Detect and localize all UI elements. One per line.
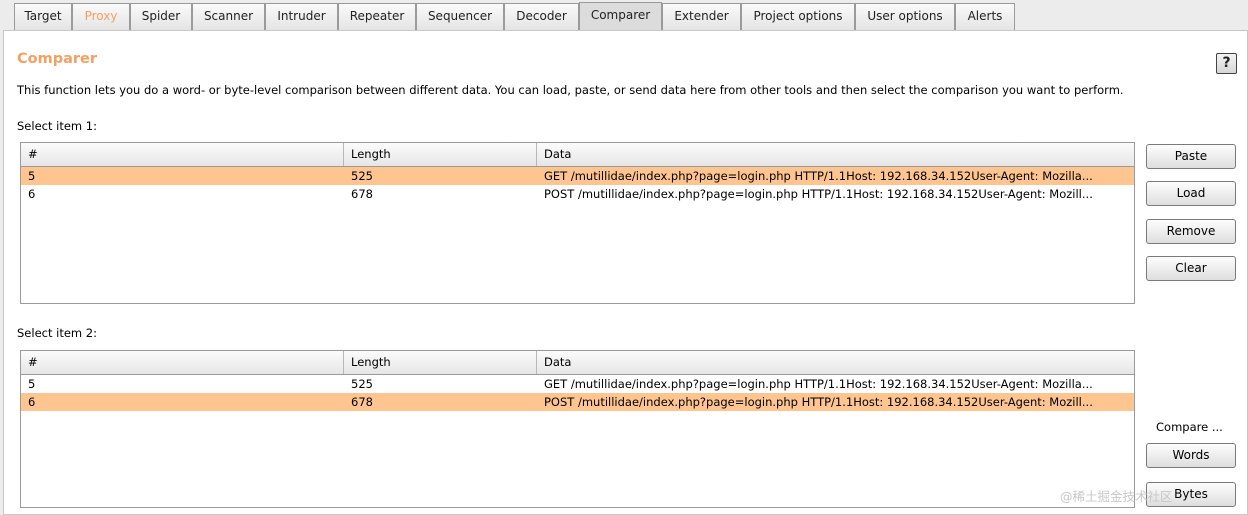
row-length: 525 <box>351 169 373 183</box>
tab-sequencer[interactable]: Sequencer <box>416 3 504 30</box>
row-number: 6 <box>28 187 36 201</box>
words-button[interactable]: Words <box>1146 443 1236 468</box>
page-description: This function lets you do a word- or byt… <box>17 83 1124 97</box>
column-header-length[interactable]: Length <box>344 143 537 166</box>
row-length: 525 <box>351 377 373 391</box>
column-header-data[interactable]: Data <box>537 143 1134 166</box>
row-data: GET /mutillidae/index.php?page=login.php… <box>544 169 1093 183</box>
item1-table: # Length Data 5 525 GET /mutillidae/inde… <box>20 142 1135 304</box>
column-header-length[interactable]: Length <box>344 351 537 374</box>
load-button[interactable]: Load <box>1146 181 1236 206</box>
comparer-panel: Comparer ? This function lets you do a w… <box>3 30 1248 515</box>
table-row[interactable]: 6 678 POST /mutillidae/index.php?page=lo… <box>21 393 1134 411</box>
tab-intruder[interactable]: Intruder <box>265 3 338 30</box>
row-length: 678 <box>351 395 373 409</box>
row-number: 5 <box>28 169 36 183</box>
tab-repeater[interactable]: Repeater <box>338 3 416 30</box>
tab-scanner[interactable]: Scanner <box>192 3 265 30</box>
table-row[interactable]: 5 525 GET /mutillidae/index.php?page=log… <box>21 167 1134 185</box>
tab-comparer[interactable]: Comparer <box>579 2 662 30</box>
item2-table: # Length Data 5 525 GET /mutillidae/inde… <box>20 350 1135 508</box>
compare-label: Compare ... <box>1156 420 1223 434</box>
row-data: POST /mutillidae/index.php?page=login.ph… <box>544 395 1093 409</box>
table-row[interactable]: 6 678 POST /mutillidae/index.php?page=lo… <box>21 185 1134 203</box>
tab-proxy[interactable]: Proxy <box>72 3 130 30</box>
select-item-1-label: Select item 1: <box>17 119 97 133</box>
select-item-2-label: Select item 2: <box>17 326 97 340</box>
row-length: 678 <box>351 187 373 201</box>
tab-decoder[interactable]: Decoder <box>504 3 579 30</box>
tab-spider[interactable]: Spider <box>130 3 192 30</box>
paste-button[interactable]: Paste <box>1146 144 1236 169</box>
row-data: POST /mutillidae/index.php?page=login.ph… <box>544 187 1093 201</box>
row-number: 5 <box>28 377 36 391</box>
column-header-number[interactable]: # <box>21 143 344 166</box>
watermark: @稀土掘金技术社区 <box>1060 489 1173 504</box>
column-header-data[interactable]: Data <box>537 351 1134 374</box>
table-row[interactable]: 5 525 GET /mutillidae/index.php?page=log… <box>21 375 1134 393</box>
tab-extender[interactable]: Extender <box>662 3 741 30</box>
tab-bar: Target Proxy Spider Scanner Intruder Rep… <box>0 0 1248 30</box>
help-icon[interactable]: ? <box>1216 53 1237 74</box>
item1-table-header: # Length Data <box>21 143 1134 167</box>
remove-button[interactable]: Remove <box>1146 219 1236 244</box>
column-header-number[interactable]: # <box>21 351 344 374</box>
clear-button[interactable]: Clear <box>1146 256 1236 281</box>
item2-table-header: # Length Data <box>21 351 1134 375</box>
row-data: GET /mutillidae/index.php?page=login.php… <box>544 377 1093 391</box>
page-title: Comparer <box>17 51 98 67</box>
row-number: 6 <box>28 395 36 409</box>
tab-project-options[interactable]: Project options <box>741 3 855 30</box>
tab-alerts[interactable]: Alerts <box>955 3 1015 30</box>
tab-target[interactable]: Target <box>14 3 72 30</box>
tab-user-options[interactable]: User options <box>855 3 955 30</box>
